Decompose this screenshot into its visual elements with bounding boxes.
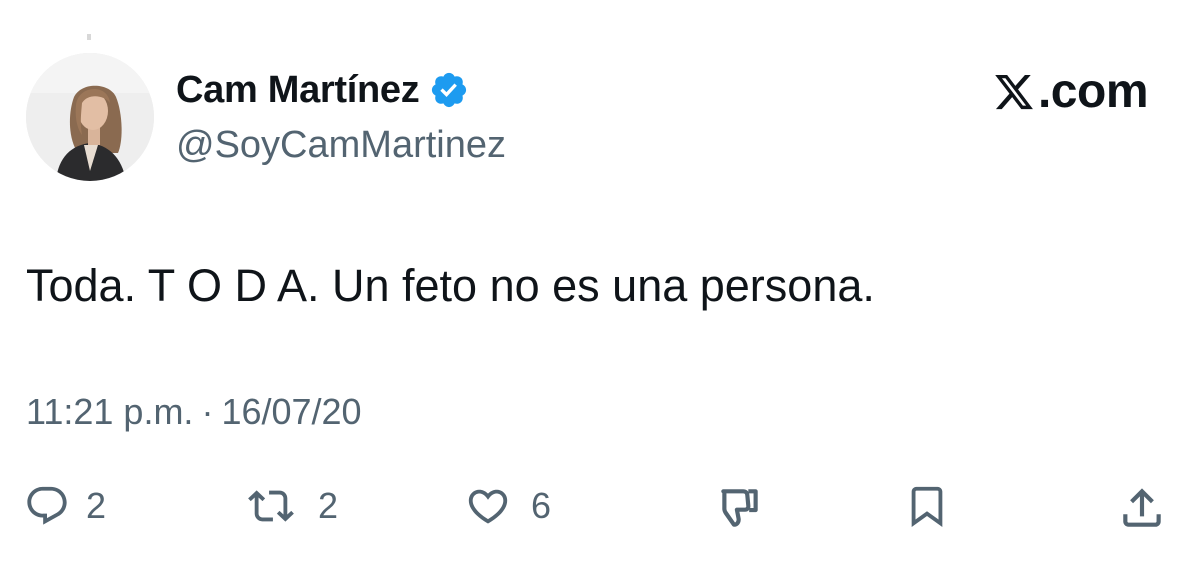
like-count: 6 [531, 485, 552, 526]
retweet-count: 2 [318, 485, 339, 526]
share-icon [1123, 488, 1161, 527]
heart-icon [468, 489, 508, 524]
brand-domain-label: .com [1037, 65, 1149, 118]
bookmark-button[interactable] [904, 483, 950, 529]
reply-button[interactable]: 2 [24, 483, 106, 529]
tweet-text: Toda. T O D A. Un feto no es una persona… [26, 260, 875, 311]
x-logo-icon [995, 74, 1033, 110]
verified-badge-icon [432, 72, 467, 108]
tweet-time[interactable]: 11:21 p.m. [26, 391, 193, 432]
downvote-button[interactable] [712, 483, 768, 533]
retweet-icon [248, 490, 294, 522]
artifact-speck [87, 34, 91, 40]
action-bar: 2 2 6 [0, 483, 1200, 533]
thumbs-down-icon [721, 489, 758, 527]
display-name[interactable]: Cam Martínez [176, 66, 420, 114]
meta-separator: · [201, 391, 214, 432]
avatar-photo [26, 53, 154, 181]
share-button[interactable] [1117, 483, 1167, 533]
avatar[interactable] [26, 53, 154, 181]
tweet-date[interactable]: 16/07/20 [221, 391, 361, 432]
reply-count: 2 [86, 485, 107, 526]
retweet-button[interactable]: 2 [240, 483, 338, 529]
author-handle[interactable]: @SoyCamMartinez [176, 121, 506, 169]
reply-icon [27, 486, 67, 525]
like-button[interactable]: 6 [461, 483, 551, 529]
author-name-row[interactable]: Cam Martínez [176, 66, 469, 114]
brand-watermark: .com [992, 64, 1149, 120]
tweet-timestamp[interactable]: 11:21 p.m. · 16/07/20 [26, 389, 362, 435]
bookmark-icon [911, 486, 943, 527]
